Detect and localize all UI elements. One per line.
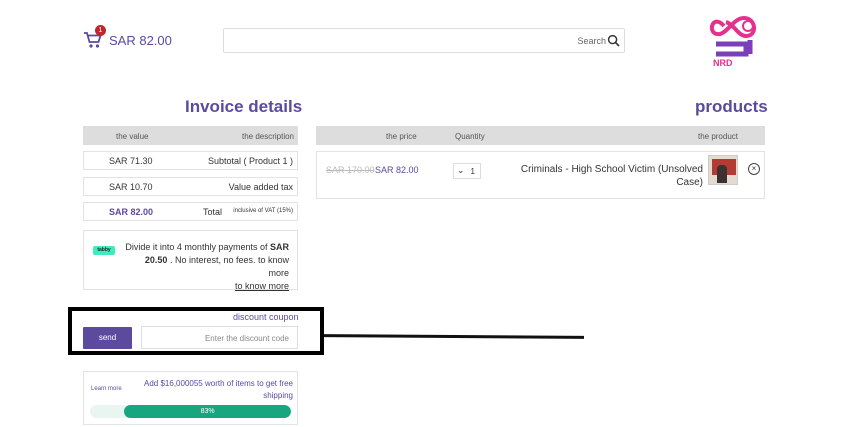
cart-summary[interactable]: 1 SAR 82.00 [83,25,172,50]
chevron-down-icon: ⌄ [457,165,465,175]
cart-count-badge: 1 [95,25,106,36]
invoice-row-total: SAR 82.00 Total inclusive of VAT (15%) [83,202,298,221]
tabby-learn-link[interactable]: to know more [235,281,289,291]
product-name[interactable]: Criminals - High School Victim (Unsolved… [503,163,703,189]
shipping-message: Add $16,000055 worth of items to get fre… [144,379,293,400]
col-value: the value [116,132,149,141]
products-header: the price Quantity the product [316,126,765,145]
col-price: the price [386,132,417,141]
row-value: SAR 71.30 [109,156,153,166]
search-label: Search [577,36,606,46]
discount-code-input[interactable]: Enter the discount code [141,326,298,349]
cart-total: SAR 82.00 [109,32,172,48]
row-label: Subtotal ( Product 1 ) [207,156,293,166]
tabby-message: Divide it into 4 monthly payments of SAR… [122,241,289,293]
cart-icon[interactable]: 1 [83,25,106,50]
total-value: SAR 82.00 [109,207,154,217]
product-row: SAR 170.00 SAR 82.00 ⌄ 1 Criminals - Hig… [316,151,765,199]
products-title: products [695,97,768,116]
product-thumbnail[interactable] [708,155,738,185]
search-bar[interactable]: Search [223,28,625,53]
tabby-line1: Divide it into 4 monthly payments of [125,242,270,252]
tabby-line2: . No interest, no fees. to know more [167,255,289,278]
free-shipping-widget: Learn more Add $16,000055 worth of items… [83,371,298,425]
coupon-label: discount coupon [233,312,299,322]
current-price: SAR 82.00 [375,165,419,175]
tabby-widget: tabby Divide it into 4 monthly payments … [83,230,298,293]
annotation-arrow-line [323,334,585,339]
col-description: the description [241,132,294,141]
tabby-logo: tabby [93,246,115,255]
old-price: SAR 170.00 [326,165,375,175]
learn-more-link[interactable]: Learn more [91,386,122,392]
invoice-header: the value the description [83,126,298,145]
progress-fill: 83% [124,405,291,418]
discount-placeholder: Enter the discount code [204,334,289,343]
quantity-value: 1 [470,167,475,176]
remove-item-icon[interactable]: × [748,163,760,175]
quantity-select[interactable]: ⌄ 1 [453,163,481,179]
row-value: SAR 10.70 [109,182,153,192]
brand-logo[interactable]: NRD [704,10,766,72]
total-label: Total [203,207,223,217]
col-quantity: Quantity [455,132,485,141]
vat-note: inclusive of VAT (15%) [233,208,293,214]
logo-text: NRD [713,58,733,68]
search-icon[interactable] [607,34,620,47]
shipping-progress-bar: 83% [90,405,291,418]
invoice-row-subtotal: SAR 71.30 Subtotal ( Product 1 ) [83,151,298,170]
col-product: the product [697,132,738,141]
send-button[interactable]: send [83,327,132,349]
invoice-row-vat: SAR 10.70 Value added tax [83,177,298,196]
row-label: Value added tax [228,182,293,192]
invoice-title: Invoice details [185,97,303,116]
